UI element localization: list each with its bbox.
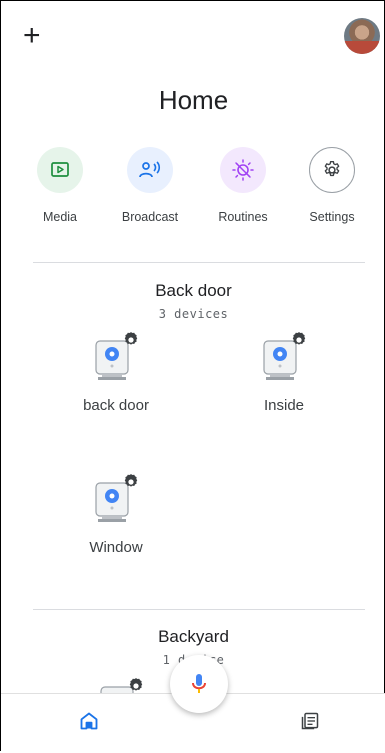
camera-icon xyxy=(88,331,144,383)
gear-badge-icon xyxy=(124,332,138,345)
divider xyxy=(33,609,365,610)
media-play-icon xyxy=(37,147,83,193)
feed-icon[interactable] xyxy=(300,711,320,736)
camera-icon xyxy=(88,473,144,525)
device-label: back door xyxy=(83,397,149,414)
gear-badge-icon xyxy=(124,474,138,487)
settings-label: Settings xyxy=(309,210,355,224)
routines-button[interactable]: Routines xyxy=(204,147,282,224)
broadcast-button[interactable]: Broadcast xyxy=(111,147,189,224)
routines-sun-icon xyxy=(220,147,266,193)
broadcast-person-icon xyxy=(127,147,173,193)
camera-icon xyxy=(256,331,312,383)
mic-icon xyxy=(192,674,206,693)
routines-label: Routines xyxy=(218,210,268,224)
media-button[interactable]: Media xyxy=(21,147,99,224)
page-title: Home xyxy=(158,85,229,115)
device-inside[interactable]: Inside xyxy=(209,331,359,414)
room-title-back-door: Back door xyxy=(155,281,232,300)
divider xyxy=(33,262,365,263)
device-window[interactable]: Window xyxy=(41,473,191,556)
room-title-backyard: Backyard xyxy=(158,627,229,646)
mic-button[interactable] xyxy=(170,655,228,713)
room-device-count: 3 devices xyxy=(158,307,229,321)
home-icon[interactable] xyxy=(79,711,99,736)
gear-badge-icon xyxy=(292,332,306,345)
device-label: Inside xyxy=(263,397,305,414)
settings-button[interactable]: Settings xyxy=(293,147,371,224)
broadcast-label: Broadcast xyxy=(121,210,179,224)
media-label: Media xyxy=(42,210,78,224)
profile-avatar[interactable] xyxy=(344,18,380,54)
add-button[interactable]: + xyxy=(23,21,41,51)
device-back-door[interactable]: back door xyxy=(41,331,191,414)
gear-icon xyxy=(309,147,355,193)
device-label: Window xyxy=(89,539,143,556)
